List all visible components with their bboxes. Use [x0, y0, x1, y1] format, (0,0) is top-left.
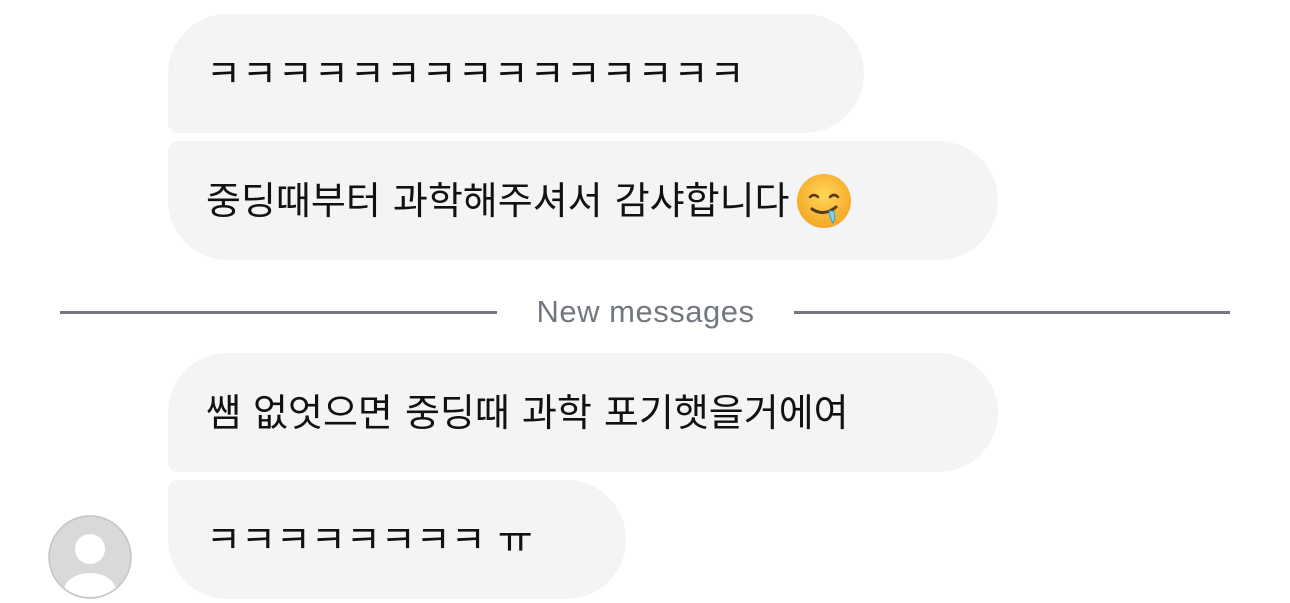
- message-bubble[interactable]: ㅋㅋㅋㅋㅋㅋㅋㅋ ㅠ: [168, 480, 626, 599]
- message-bubble[interactable]: 쌤 없엇으면 중딩때 과학 포기햇을거에여: [168, 353, 998, 472]
- divider-line-right: [794, 311, 1230, 314]
- message-text: ㅋㅋㅋㅋㅋㅋㅋㅋㅋㅋㅋㅋㅋㅋㅋ: [206, 51, 746, 96]
- message-text: ㅋㅋㅋㅋㅋㅋㅋㅋ ㅠ: [206, 517, 533, 562]
- message-bubble[interactable]: ㅋㅋㅋㅋㅋㅋㅋㅋㅋㅋㅋㅋㅋㅋㅋ: [168, 14, 864, 133]
- sender-avatar[interactable]: [48, 515, 132, 599]
- message-bubble[interactable]: 중딩때부터 과학해주셔서 감샤합니다: [168, 141, 998, 260]
- message-text: 중딩때부터 과학해주셔서 감샤합니다: [206, 178, 790, 223]
- new-messages-label: New messages: [536, 294, 755, 329]
- new-messages-divider: New messages: [60, 292, 1230, 332]
- message-text: 쌤 없엇으면 중딩때 과학 포기햇을거에여: [206, 390, 849, 435]
- drooling-face-icon: [796, 173, 852, 229]
- divider-line-left: [60, 311, 497, 314]
- default-avatar-icon: [48, 515, 132, 599]
